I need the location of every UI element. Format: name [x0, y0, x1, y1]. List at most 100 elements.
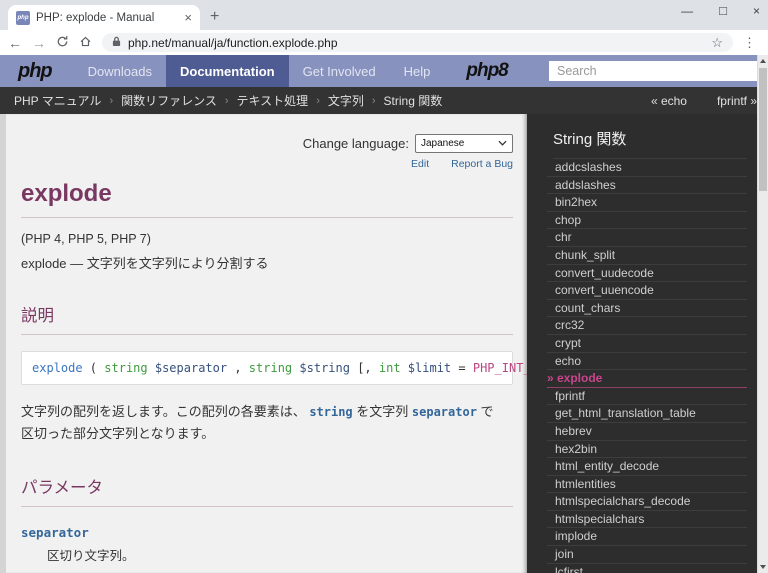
main-navigation: DownloadsDocumentationGet InvolvedHelp — [74, 55, 445, 87]
back-icon[interactable]: ← — [8, 36, 22, 50]
function-summary: explode — 文字列を文字列により分割する — [21, 253, 513, 272]
bookmark-star-icon[interactable]: ☆ — [711, 35, 723, 51]
page-title: explode — [21, 180, 513, 218]
sidebar-item-convert_uuencode[interactable]: convert_uuencode — [547, 282, 747, 300]
php8-logo[interactable]: php8 — [466, 60, 507, 82]
scrollbar-down-icon[interactable] — [760, 565, 766, 569]
php-logo[interactable]: php — [18, 60, 52, 83]
forward-icon[interactable]: → — [32, 36, 46, 50]
sidebar-item-chr[interactable]: chr — [547, 229, 747, 247]
reload-icon[interactable] — [56, 35, 69, 50]
breadcrumb-separator: › — [109, 95, 113, 107]
code-token-p: [, — [350, 361, 379, 375]
php-favicon-icon: php — [16, 11, 30, 25]
function-signature: explode ( string $separator , string $st… — [21, 351, 513, 385]
next-function-link[interactable]: fprintf » — [717, 94, 757, 108]
breadcrumb-item[interactable]: 関数リファレンス — [121, 92, 217, 109]
prev-next-links: « echo fprintf » — [651, 94, 757, 108]
description-text: 文字列の配列を返します。この配列の各要素は、 — [21, 404, 309, 419]
sidebar-item-explode[interactable]: » explode — [547, 370, 747, 388]
sidebar-item-crc32[interactable]: crc32 — [547, 317, 747, 335]
parameter-reference: separator — [412, 405, 477, 419]
sidebar-item-htmlentities[interactable]: htmlentities — [547, 476, 747, 494]
search-input[interactable] — [549, 61, 757, 81]
code-token-type: int — [379, 361, 401, 375]
sidebar-item-htmlspecialchars[interactable]: htmlspecialchars — [547, 511, 747, 529]
sidebar-heading: String 関数 — [553, 128, 747, 159]
parameter-list: separator区切り文字列。string入力文字列。 — [21, 525, 513, 573]
code-token-var: $string — [299, 361, 350, 375]
breadcrumb-item[interactable]: テキスト処理 — [237, 92, 309, 109]
tab-strip: php PHP: explode - Manual × + — □ × — [0, 0, 768, 30]
edit-link[interactable]: Edit — [411, 158, 429, 170]
url-text[interactable]: php.net/manual/ja/function.explode.php — [128, 36, 704, 50]
function-name: explode — [21, 256, 67, 271]
sidebar-item-hebrev[interactable]: hebrev — [547, 423, 747, 441]
nav-get-involved[interactable]: Get Involved — [289, 55, 390, 87]
sidebar-item-implode[interactable]: implode — [547, 528, 747, 546]
minimize-button[interactable]: — — [681, 2, 693, 20]
summary-dash: — — [67, 256, 87, 271]
scrollbar-thumb[interactable] — [759, 68, 767, 191]
sidebar-item-convert_uudecode[interactable]: convert_uudecode — [547, 265, 747, 283]
code-token-var: $limit — [408, 361, 451, 375]
breadcrumb-item[interactable]: 文字列 — [328, 92, 364, 109]
scrollbar-up-icon[interactable] — [760, 59, 766, 63]
sidebar-item-htmlspecialchars_decode[interactable]: htmlspecialchars_decode — [547, 493, 747, 511]
page-action-links: Edit Report a Bug — [16, 158, 513, 170]
language-select[interactable]: Japanese — [415, 134, 513, 153]
url-box[interactable]: php.net/manual/ja/function.explode.php ☆ — [102, 33, 733, 52]
home-icon[interactable] — [79, 35, 92, 50]
chevron-down-icon — [498, 138, 507, 149]
breadcrumb-item[interactable]: PHP マニュアル — [14, 92, 101, 109]
code-token-p: = — [451, 361, 473, 375]
address-bar: ← → php.net/manual/ja/function.explode.p… — [0, 30, 768, 55]
php-site-header: php DownloadsDocumentationGet InvolvedHe… — [0, 55, 768, 87]
browser-window: php PHP: explode - Manual × + — □ × ← → … — [0, 0, 768, 573]
breadcrumb-item[interactable]: String 関数 — [384, 92, 443, 109]
tab-close-icon[interactable]: × — [184, 10, 192, 25]
code-token-p: , — [227, 361, 249, 375]
sidebar-item-html_entity_decode[interactable]: html_entity_decode — [547, 458, 747, 476]
report-bug-link[interactable]: Report a Bug — [451, 158, 513, 170]
sidebar-item-join[interactable]: join — [547, 546, 747, 564]
code-token-p — [148, 361, 155, 375]
breadcrumb-separator: › — [372, 95, 376, 107]
prev-function-link[interactable]: « echo — [651, 94, 687, 108]
sidebar-item-count_chars[interactable]: count_chars — [547, 300, 747, 318]
tab-title: PHP: explode - Manual — [36, 12, 178, 24]
nav-downloads[interactable]: Downloads — [74, 55, 166, 87]
parameter-name: separator — [21, 525, 513, 540]
window-controls: — □ × — [681, 2, 760, 20]
close-button[interactable]: × — [753, 2, 760, 20]
code-token-p: ( — [83, 361, 105, 375]
browser-menu-icon[interactable]: ⋮ — [743, 35, 760, 51]
sidebar-item-addslashes[interactable]: addslashes — [547, 177, 747, 195]
change-language-label: Change language: — [303, 136, 409, 151]
new-tab-button[interactable]: + — [210, 8, 219, 26]
sidebar-item-chunk_split[interactable]: chunk_split — [547, 247, 747, 265]
maximize-button[interactable]: □ — [719, 2, 727, 20]
sidebar-item-echo[interactable]: echo — [547, 353, 747, 371]
sidebar-item-fprintf[interactable]: fprintf — [547, 388, 747, 406]
code-token-var: $separator — [155, 361, 227, 375]
nav-documentation[interactable]: Documentation — [166, 55, 289, 87]
breadcrumb-separator: › — [316, 95, 320, 107]
sidebar-item-addcslashes[interactable]: addcslashes — [547, 159, 747, 177]
breadcrumb: PHP マニュアル›関数リファレンス›テキスト処理›文字列›String 関数 — [14, 92, 651, 109]
manual-content: Change language: Japanese Edit Report a … — [6, 114, 527, 573]
parameters-section-heading: パラメータ — [21, 474, 513, 507]
sidebar-item-hex2bin[interactable]: hex2bin — [547, 441, 747, 459]
sidebar-item-crypt[interactable]: crypt — [547, 335, 747, 353]
summary-text: 文字列を文字列により分割する — [87, 256, 269, 271]
browser-tab[interactable]: php PHP: explode - Manual × — [8, 5, 200, 30]
nav-help[interactable]: Help — [390, 55, 445, 87]
sidebar-item-chop[interactable]: chop — [547, 212, 747, 230]
sidebar-item-get_html_translation_table[interactable]: get_html_translation_table — [547, 405, 747, 423]
description-section-heading: 説明 — [21, 302, 513, 335]
sidebar: String 関数 addcslashesaddslashesbin2hexch… — [527, 114, 757, 573]
page-scrollbar[interactable] — [757, 55, 768, 573]
sidebar-item-lcfirst[interactable]: lcfirst — [547, 564, 747, 573]
code-token-fn: explode — [32, 361, 83, 375]
sidebar-item-bin2hex[interactable]: bin2hex — [547, 194, 747, 212]
